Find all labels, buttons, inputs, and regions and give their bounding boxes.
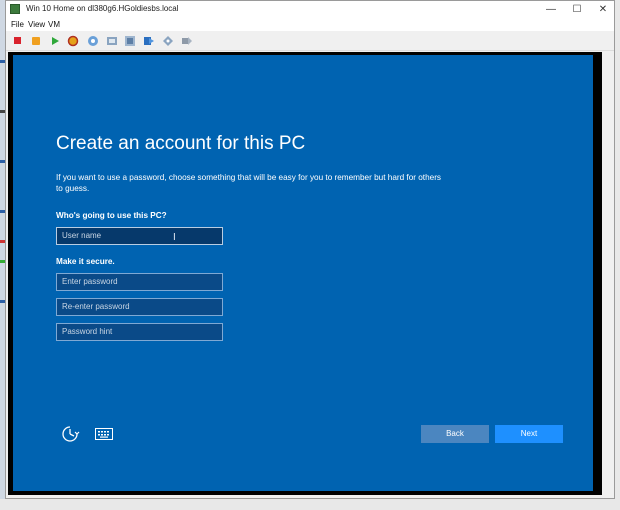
pause-icon[interactable]	[29, 34, 42, 47]
hint-placeholder: Password hint	[62, 327, 113, 336]
revert-icon[interactable]	[123, 34, 136, 47]
windows-setup-screen[interactable]: Create an account for this PC If you wan…	[13, 55, 593, 491]
minimize-button[interactable]: —	[538, 1, 564, 18]
ease-of-access-icon[interactable]	[60, 424, 80, 449]
menu-view[interactable]: View	[28, 20, 45, 29]
maximize-button[interactable]: ☐	[564, 1, 590, 18]
keyboard-icon[interactable]	[95, 427, 113, 445]
host-taskbar-edge	[0, 499, 620, 510]
reenter-password-field[interactable]: Re-enter password	[56, 298, 223, 316]
stop-icon[interactable]	[11, 34, 24, 47]
connect-cd-icon[interactable]	[161, 34, 174, 47]
settings-icon[interactable]	[180, 34, 193, 47]
close-button[interactable]: ✕	[590, 1, 616, 18]
password-field[interactable]: Enter password	[56, 273, 223, 291]
snapshot-manager-icon[interactable]	[105, 34, 118, 47]
restart-icon[interactable]	[66, 34, 79, 47]
password-description: If you want to use a password, choose so…	[56, 173, 442, 193]
menu-bar: File View VM	[6, 18, 614, 31]
page-title: Create an account for this PC	[56, 133, 306, 154]
who-label: Who's going to use this PC?	[56, 211, 167, 220]
username-field[interactable]: User name I	[56, 227, 223, 245]
play-icon[interactable]	[48, 34, 61, 47]
username-placeholder: User name	[62, 231, 102, 240]
vmware-app-icon	[10, 4, 20, 14]
next-button[interactable]: Next	[495, 425, 563, 443]
send-ctrl-alt-del-icon[interactable]	[142, 34, 155, 47]
toolbar	[6, 31, 614, 51]
snapshot-icon[interactable]	[86, 34, 99, 47]
text-cursor-icon: I	[173, 232, 176, 243]
menu-vm[interactable]: VM	[48, 20, 60, 29]
password-hint-field[interactable]: Password hint	[56, 323, 223, 341]
title-bar: Win 10 Home on dl380g6.HGoldiesbs.local …	[6, 1, 614, 18]
window-title: Win 10 Home on dl380g6.HGoldiesbs.local	[26, 4, 179, 13]
menu-file[interactable]: File	[11, 20, 24, 29]
password-placeholder: Enter password	[62, 277, 118, 286]
secure-label: Make it secure.	[56, 257, 115, 266]
reenter-placeholder: Re-enter password	[62, 302, 130, 311]
back-button[interactable]: Back	[421, 425, 489, 443]
